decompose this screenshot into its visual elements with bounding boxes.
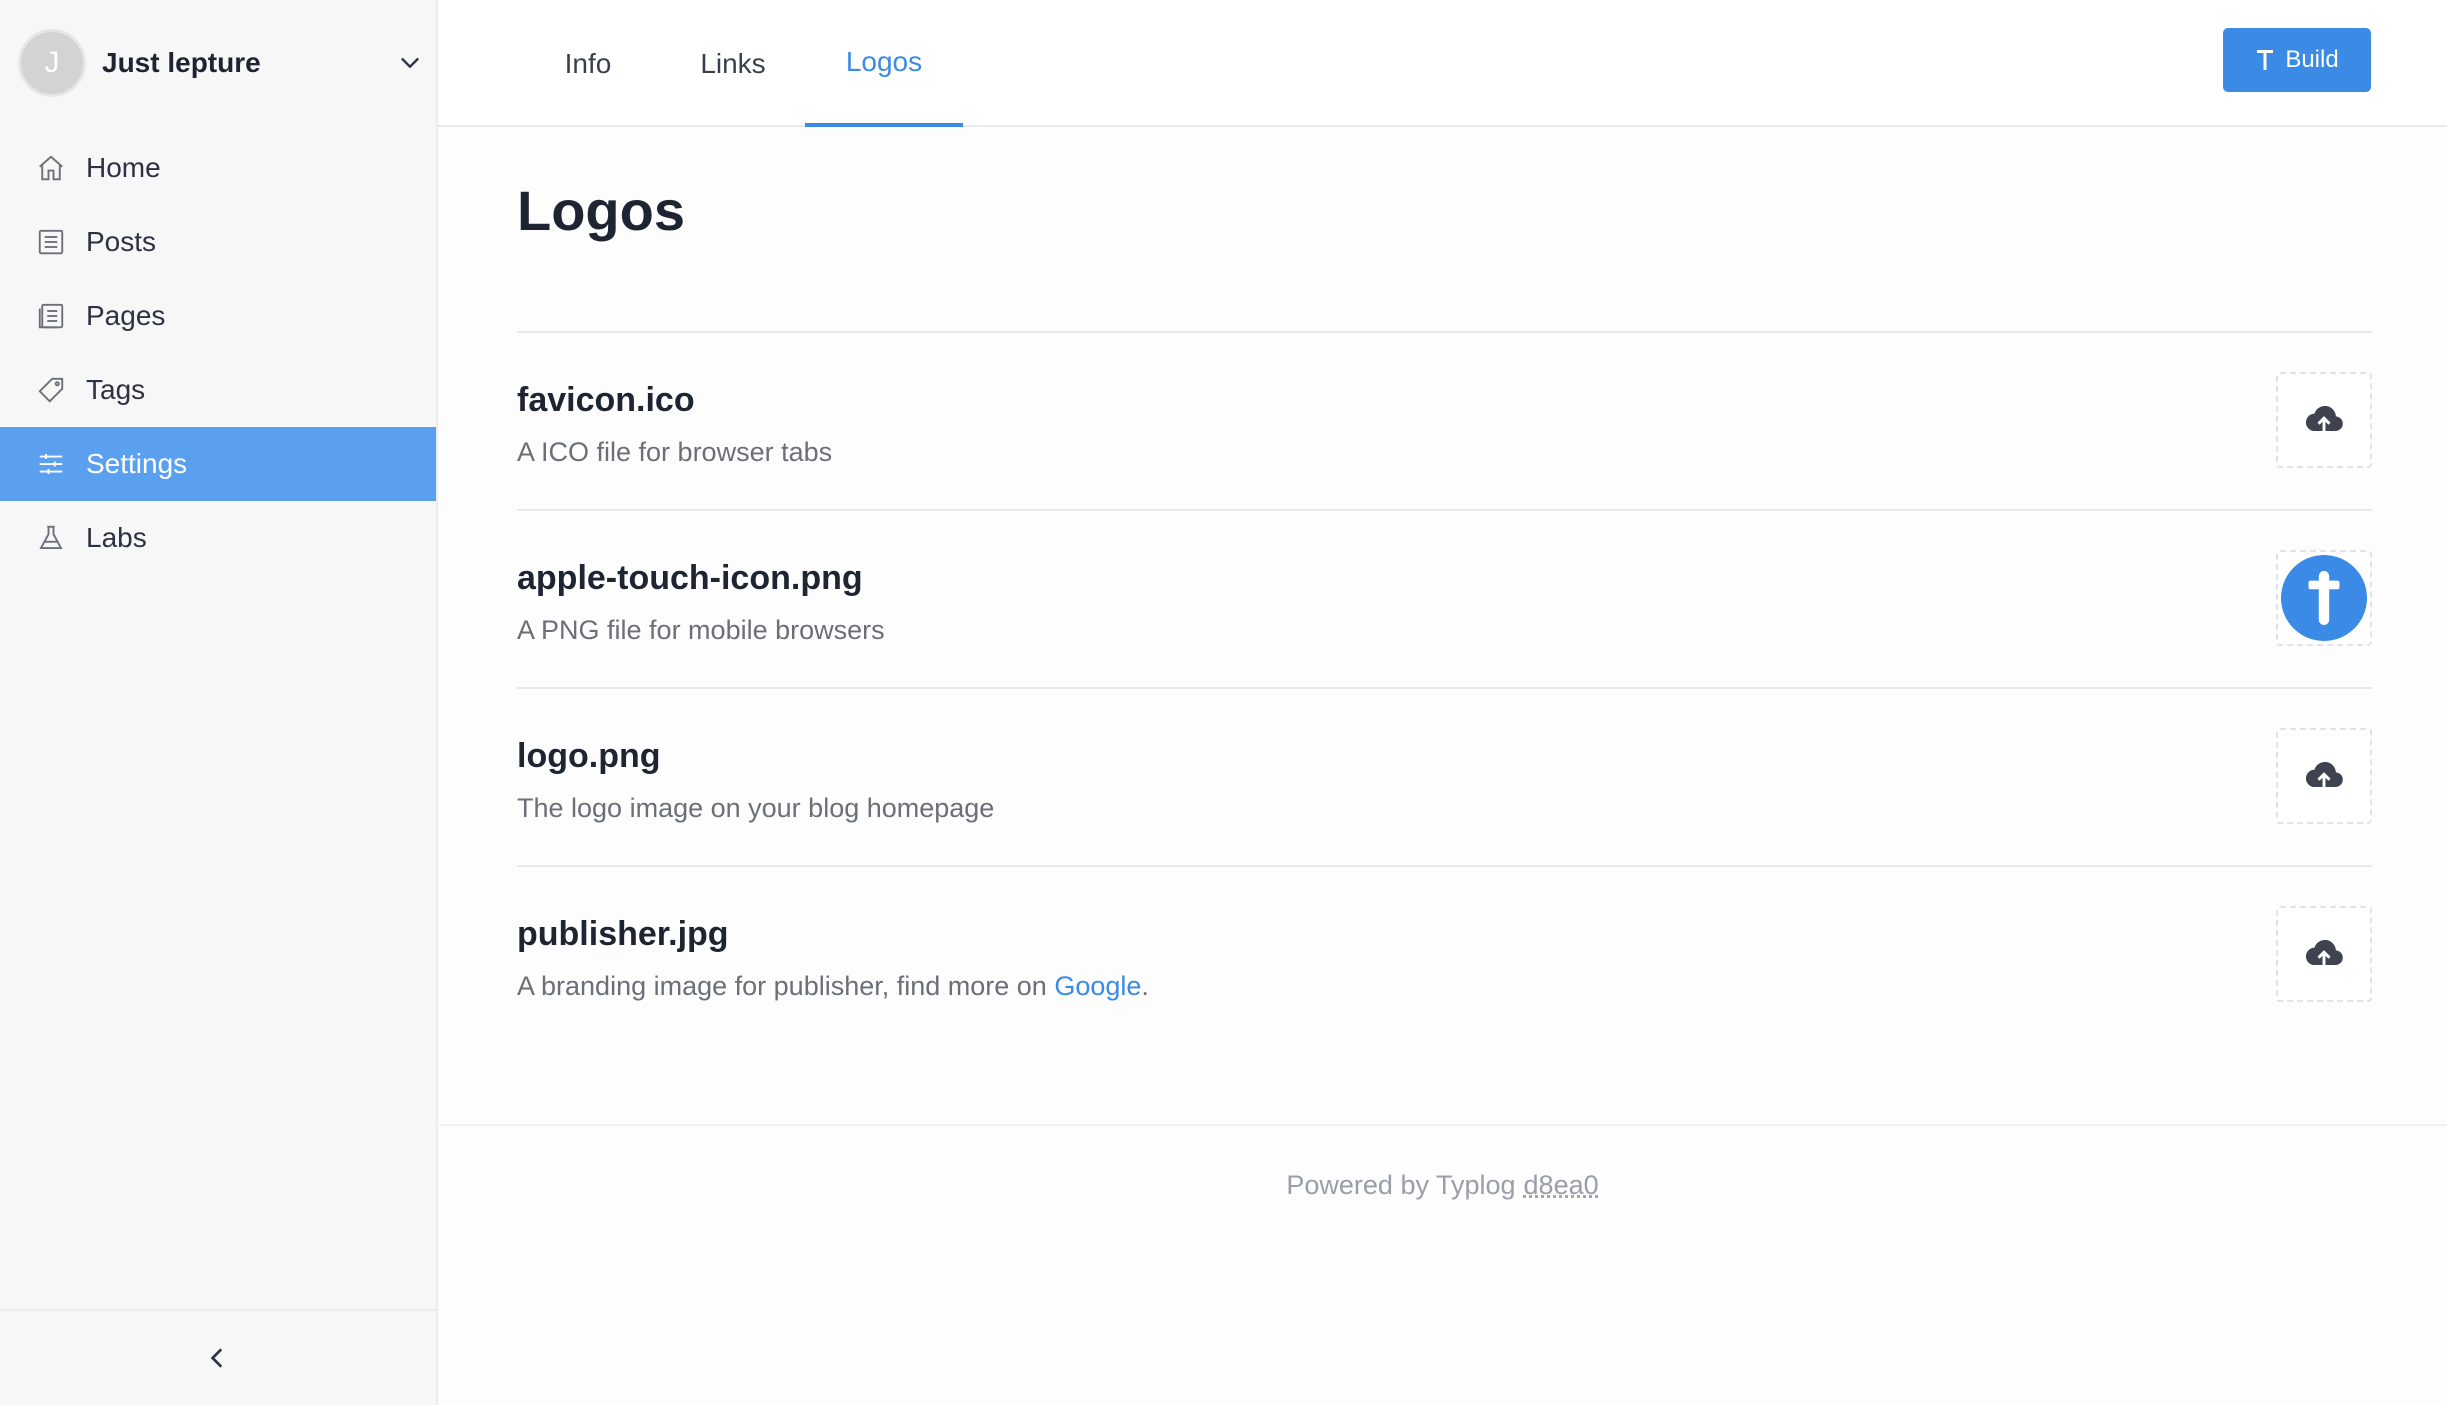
footer: Powered by Typlog d8ea0 — [438, 1124, 2447, 1244]
pages-icon — [36, 301, 66, 331]
avatar: J — [18, 29, 86, 97]
sidebar-item-label: Labs — [86, 522, 147, 553]
logo-name: publisher.jpg — [517, 915, 729, 953]
build-label: Build — [2285, 46, 2339, 73]
upload-apple-touch-icon-button[interactable] — [2276, 550, 2372, 646]
logo-description: A PNG file for mobile browsers — [517, 615, 885, 645]
logo-description-suffix: . — [1141, 971, 1149, 1001]
sidebar-item-label: Home — [86, 152, 161, 183]
sidebar-item-tags[interactable]: Tags — [0, 353, 436, 427]
sidebar-item-labs[interactable]: Labs — [0, 501, 436, 575]
logo-row-publisher: publisher.jpg A branding image for publi… — [517, 865, 2372, 1043]
tab-links[interactable]: Links — [678, 0, 788, 127]
tab-logos[interactable]: Logos — [805, 0, 963, 127]
logo-description: The logo image on your blog homepage — [517, 793, 995, 823]
cloud-upload-icon — [2305, 761, 2343, 791]
home-icon — [36, 153, 66, 183]
upload-favicon-button[interactable] — [2276, 372, 2372, 468]
sliders-icon — [36, 449, 66, 479]
cloud-upload-icon — [2305, 405, 2343, 435]
tag-icon — [36, 375, 66, 405]
sidebar-item-label: Tags — [86, 374, 146, 405]
footer-text: Powered by Typlog — [1286, 1169, 1516, 1200]
logo-description-text: A branding image for publisher, find mor… — [517, 971, 1055, 1001]
sidebar-item-posts[interactable]: Posts — [0, 205, 436, 279]
page-title: Logos — [517, 179, 685, 242]
site-switcher[interactable]: J Just lepture — [0, 0, 436, 126]
chevron-down-icon[interactable] — [396, 48, 424, 76]
sidebar-item-home[interactable]: Home — [0, 131, 436, 205]
sidebar-item-label: Pages — [86, 300, 166, 331]
collapse-sidebar-button[interactable] — [0, 1309, 436, 1405]
typlog-t-icon — [2257, 50, 2274, 70]
logo-list: favicon.ico A ICO file for browser tabs … — [517, 331, 2372, 1043]
site-name: Just lepture — [102, 47, 261, 78]
sidebar-item-pages[interactable]: Pages — [0, 279, 436, 353]
logo-row-apple-touch-icon: apple-touch-icon.png A PNG file for mobi… — [517, 509, 2372, 687]
logo-row-favicon: favicon.ico A ICO file for browser tabs — [517, 331, 2372, 509]
upload-logo-button[interactable] — [2276, 728, 2372, 824]
posts-icon — [36, 227, 66, 257]
google-link[interactable]: Google — [1054, 971, 1141, 1001]
sidebar-item-label: Settings — [86, 448, 188, 479]
logo-name: logo.png — [517, 737, 661, 775]
sidebar: J Just lepture Home Posts Pages Tags Set… — [0, 0, 438, 1405]
topbar: Info Links Logos Build — [438, 0, 2447, 127]
logo-name: apple-touch-icon.png — [517, 559, 863, 597]
tab-info[interactable]: Info — [533, 0, 643, 127]
sidebar-item-label: Posts — [86, 226, 157, 257]
main-area: Info Links Logos Build Logos favicon.ico… — [438, 0, 2447, 1405]
logo-description: A branding image for publisher, find mor… — [517, 971, 1149, 1002]
commit-link[interactable]: d8ea0 — [1524, 1170, 1599, 1201]
cloud-upload-icon — [2305, 939, 2343, 969]
build-button[interactable]: Build — [2223, 28, 2371, 92]
typlog-logo-icon — [2281, 555, 2367, 641]
upload-publisher-button[interactable] — [2276, 906, 2372, 1002]
logo-name: favicon.ico — [517, 381, 695, 419]
logo-row-logo: logo.png The logo image on your blog hom… — [517, 687, 2372, 865]
chevron-left-icon — [210, 1348, 223, 1368]
sidebar-item-settings[interactable]: Settings — [0, 427, 436, 501]
logo-description: A ICO file for browser tabs — [517, 437, 833, 467]
flask-icon — [36, 523, 66, 553]
sidebar-nav: Home Posts Pages Tags Settings Labs — [0, 131, 436, 575]
